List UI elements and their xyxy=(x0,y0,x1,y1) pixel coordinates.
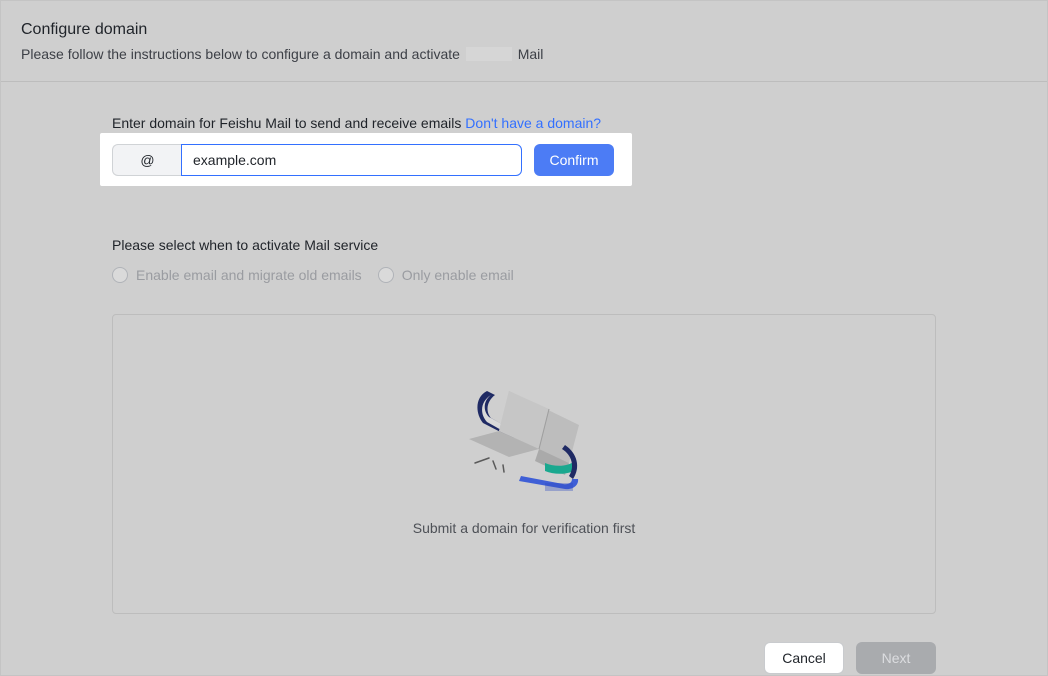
subtitle-text: Please follow the instructions below to … xyxy=(21,46,460,62)
dialog-header: Configure domain Please follow the instr… xyxy=(1,1,1047,82)
domain-label: Enter domain for Feishu Mail to send and… xyxy=(112,115,601,131)
empty-state-panel: Submit a domain for verification first xyxy=(112,314,936,614)
redacted-block xyxy=(465,47,512,61)
activation-radio-group: Enable email and migrate old emails Only… xyxy=(112,266,530,284)
radio-enable-and-migrate[interactable]: Enable email and migrate old emails xyxy=(112,267,362,283)
subtitle-mail-text: Mail xyxy=(517,46,544,62)
dialog-frame: Configure domain Please follow the instr… xyxy=(0,0,1048,676)
radio-label: Enable email and migrate old emails xyxy=(136,267,362,283)
domain-label-text: Enter domain for Feishu Mail to send and… xyxy=(112,115,462,131)
no-domain-link[interactable]: Don't have a domain? xyxy=(465,115,601,131)
empty-box-illustration-icon xyxy=(469,391,579,491)
cancel-button[interactable]: Cancel xyxy=(764,642,844,674)
page-subtitle: Please follow the instructions below to … xyxy=(21,46,543,62)
empty-state-message: Submit a domain for verification first xyxy=(412,520,636,536)
confirm-button[interactable]: Confirm xyxy=(534,144,614,176)
radio-only-enable[interactable]: Only enable email xyxy=(377,267,514,283)
page-title: Configure domain xyxy=(21,21,148,38)
radio-label: Only enable email xyxy=(401,267,514,283)
radio-circle[interactable] xyxy=(112,267,128,283)
radio-circle[interactable] xyxy=(377,267,394,283)
next-button[interactable]: Next xyxy=(856,642,936,674)
domain-input[interactable] xyxy=(181,144,522,176)
activation-label: Please select when to activate Mail serv… xyxy=(112,237,379,253)
at-symbol-addon: @ xyxy=(112,144,182,176)
